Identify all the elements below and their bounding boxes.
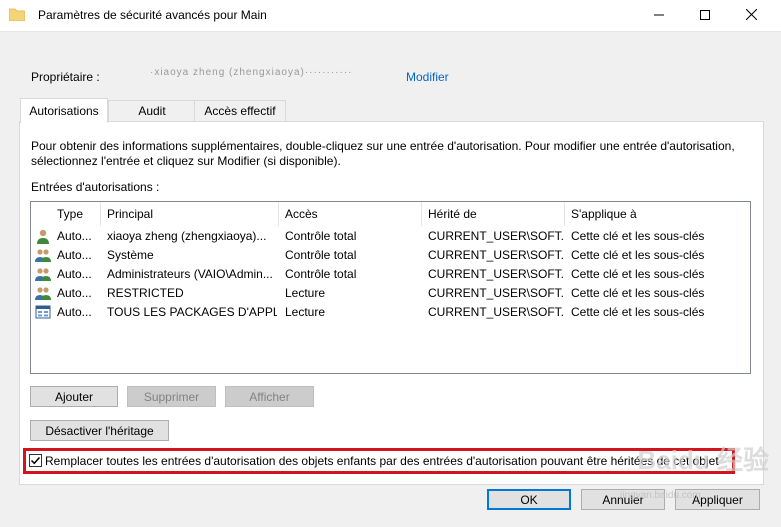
row-principal: TOUS LES PACKAGES D'APPLI... <box>107 305 277 319</box>
replace-child-permissions-checkbox[interactable] <box>29 454 42 467</box>
column-header-access[interactable]: Accès <box>279 202 422 226</box>
user-icon <box>37 229 49 244</box>
row-access: Contrôle total <box>285 229 357 243</box>
change-owner-link[interactable]: Modifier <box>406 70 449 84</box>
minimize-icon <box>654 14 664 16</box>
table-row[interactable]: Auto... xiaoya zheng (zhengxiaoya)... Co… <box>31 227 750 246</box>
minimize-button[interactable] <box>636 0 682 31</box>
maximize-icon <box>700 10 710 20</box>
row-principal: Système <box>107 248 154 262</box>
row-access: Lecture <box>285 286 326 300</box>
maximize-button[interactable] <box>682 0 728 31</box>
row-access: Contrôle total <box>285 267 357 281</box>
entries-label: Entrées d'autorisations : <box>31 180 160 194</box>
row-type: Auto... <box>57 286 92 300</box>
owner-value: ·xiaoya zheng (zhengxiaoya)··········· <box>150 67 353 78</box>
row-applies-to: Cette clé et les sous-clés <box>571 286 705 300</box>
row-principal: RESTRICTED <box>107 286 184 300</box>
view-button[interactable]: Afficher <box>225 386 314 407</box>
tab-audit[interactable]: Audit <box>108 100 196 122</box>
column-header-applies-to[interactable]: S'applique à <box>565 202 750 226</box>
remove-button[interactable]: Supprimer <box>127 386 216 407</box>
row-access: Lecture <box>285 305 326 319</box>
column-header-inherited-from[interactable]: Hérité de <box>422 202 565 226</box>
checkmark-icon <box>30 456 41 465</box>
folder-icon <box>9 8 25 21</box>
row-applies-to: Cette clé et les sous-clés <box>571 267 705 281</box>
app-package-icon <box>35 305 51 319</box>
row-inherited-from: CURRENT_USER\SOFT... <box>428 286 563 300</box>
row-type: Auto... <box>57 267 92 281</box>
row-type: Auto... <box>57 305 92 319</box>
tab-effective-access[interactable]: Accès effectif <box>194 100 286 122</box>
disable-inheritance-button[interactable]: Désactiver l'héritage <box>30 420 169 441</box>
replace-child-permissions-label: Remplacer toutes les entrées d'autorisat… <box>45 454 719 468</box>
list-header: Type Principal Accès Hérité de S'appliqu… <box>31 202 750 226</box>
table-row[interactable]: Auto... TOUS LES PACKAGES D'APPLI... Lec… <box>31 303 750 322</box>
group-icon <box>35 249 51 262</box>
column-header-principal[interactable]: Principal <box>101 202 279 226</box>
close-button[interactable] <box>728 0 774 31</box>
row-applies-to: Cette clé et les sous-clés <box>571 229 705 243</box>
owner-label: Propriétaire : <box>31 70 100 84</box>
row-principal: xiaoya zheng (zhengxiaoya)... <box>107 229 267 243</box>
row-type: Auto... <box>57 229 92 243</box>
row-applies-to: Cette clé et les sous-clés <box>571 248 705 262</box>
permission-entries-list[interactable]: Type Principal Accès Hérité de S'appliqu… <box>30 201 751 374</box>
row-inherited-from: CURRENT_USER\SOFT... <box>428 305 563 319</box>
tab-permissions[interactable]: Autorisations <box>20 98 108 123</box>
table-row[interactable]: Auto... RESTRICTED Lecture CURRENT_USER\… <box>31 284 750 303</box>
row-type: Auto... <box>57 248 92 262</box>
row-access: Contrôle total <box>285 248 357 262</box>
row-inherited-from: CURRENT_USER\SOFT... <box>428 267 563 281</box>
window-title: Paramètres de sécurité avancés pour Main <box>38 8 267 22</box>
table-row[interactable]: Auto... Système Contrôle total CURRENT_U… <box>31 246 750 265</box>
column-header-type[interactable]: Type <box>51 202 101 226</box>
row-principal: Administrateurs (VAIO\Admin... <box>107 267 273 281</box>
row-applies-to: Cette clé et les sous-clés <box>571 305 705 319</box>
add-button[interactable]: Ajouter <box>30 386 118 407</box>
table-row[interactable]: Auto... Administrateurs (VAIO\Admin... C… <box>31 265 750 284</box>
watermark-logo: Baidu 经验 <box>637 445 769 475</box>
row-inherited-from: CURRENT_USER\SOFT... <box>428 248 563 262</box>
group-icon <box>35 287 51 300</box>
close-icon <box>745 8 757 21</box>
row-inherited-from: CURRENT_USER\SOFT... <box>428 229 563 243</box>
ok-button[interactable]: OK <box>487 489 571 510</box>
watermark-url: jingyan.baidu.com <box>620 490 701 501</box>
description-text: Pour obtenir des informations supplément… <box>31 139 735 168</box>
group-icon <box>35 268 51 281</box>
title-bar: Paramètres de sécurité avancés pour Main <box>0 0 781 32</box>
